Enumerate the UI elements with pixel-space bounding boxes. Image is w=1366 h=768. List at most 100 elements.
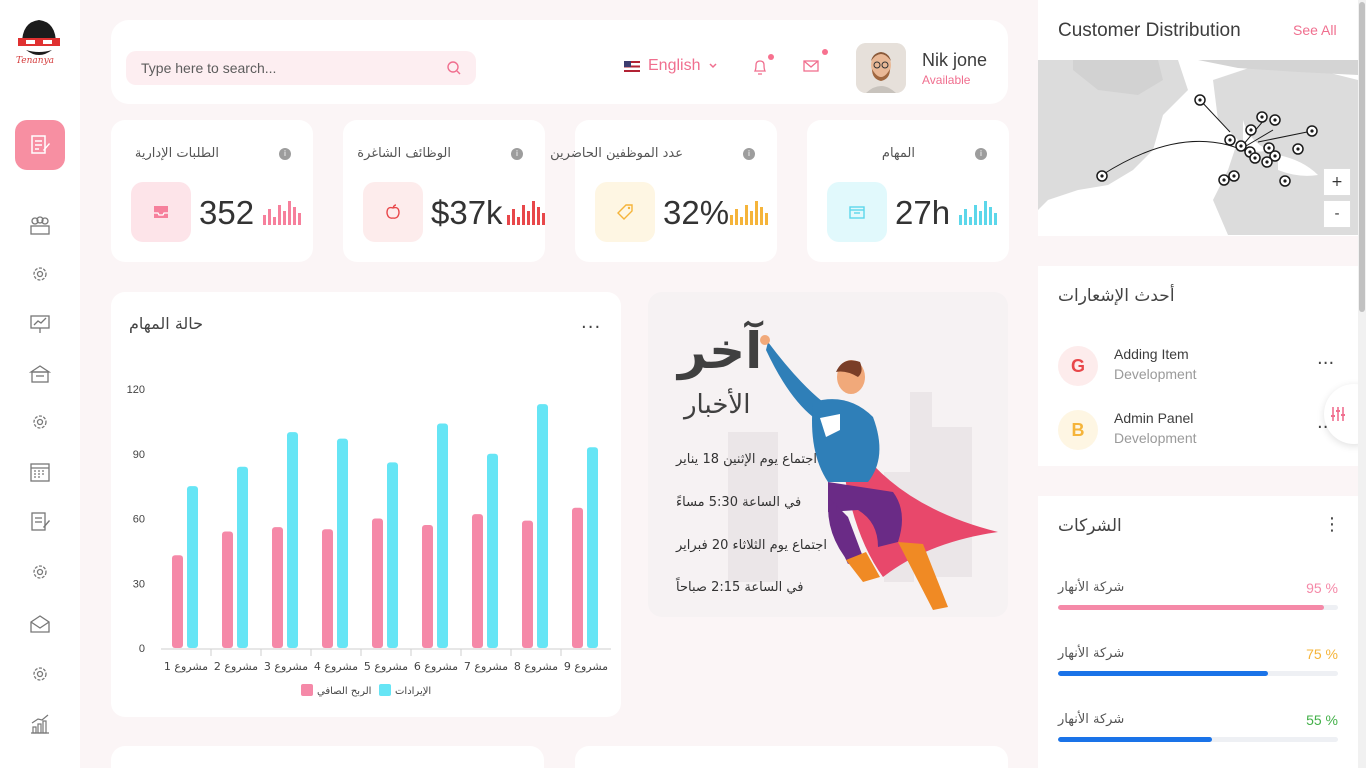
- search-icon[interactable]: [446, 60, 462, 76]
- stat-card-vacancies: الوظائف الشاغرة i $37k: [343, 120, 545, 262]
- mini-bar: [532, 201, 535, 225]
- stat-value: 352: [199, 194, 255, 231]
- user-avatar-image: [856, 43, 906, 93]
- info-icon[interactable]: i: [743, 148, 755, 160]
- stat-card-attending-employees: عدد الموظفين الحاضرين i 32%: [550, 120, 777, 262]
- mini-bar-chart: [507, 200, 545, 225]
- scrollbar-thumb[interactable]: [1359, 2, 1365, 312]
- x-tick-label: مشروع 4: [314, 660, 358, 673]
- settings-gear-icon: [33, 667, 47, 681]
- sidebar: Tenanya: [0, 0, 80, 768]
- apple-icon: [386, 204, 400, 219]
- avatar[interactable]: [856, 43, 906, 93]
- search-input[interactable]: [126, 51, 426, 85]
- news-line: اجتماع يوم الإثنين 18 يناير: [676, 452, 817, 467]
- chart-bar: [587, 447, 598, 648]
- notification-item[interactable]: B Admin Panel Development ...: [1058, 410, 1358, 454]
- info-icon[interactable]: i: [975, 148, 987, 160]
- chart-bar: [222, 531, 233, 648]
- stat-icon-box: [595, 182, 655, 242]
- mini-bar: [979, 211, 982, 225]
- y-tick-label: 60: [133, 514, 145, 526]
- progress-track: [1058, 737, 1338, 742]
- sidebar-item-team[interactable]: [28, 213, 52, 237]
- section-divider: [1038, 236, 1358, 266]
- mini-bar: [745, 205, 748, 225]
- legend-label: الإيرادات: [395, 686, 431, 697]
- chart-bar: [572, 507, 583, 648]
- kebab-menu-icon[interactable]: ⋮: [1323, 514, 1341, 535]
- mini-bar: [765, 213, 768, 225]
- sidebar-item-documents[interactable]: [28, 510, 52, 534]
- us-flag-icon: [624, 60, 640, 72]
- store-icon: [29, 365, 51, 383]
- news-line: في الساعة 2:15 صباحاً: [676, 580, 804, 595]
- sidebar-item-settings-2[interactable]: [28, 410, 52, 434]
- team-icon: [30, 216, 50, 235]
- sidebar-item-settings-4[interactable]: [28, 662, 52, 686]
- mini-bar: [517, 217, 520, 225]
- chart-bar: [337, 438, 348, 648]
- task-status-chart: 0 30 60 90 120 مشروع 1 مشروع 2 مشروع 3 مشروع 4 مش…: [127, 384, 611, 697]
- message-dot: [822, 49, 828, 55]
- x-tick-label: مشروع 7: [464, 660, 508, 673]
- x-tick-label: مشروع 1: [164, 660, 208, 673]
- sidebar-item-active[interactable]: [15, 120, 65, 170]
- language-selector[interactable]: English: [624, 57, 718, 75]
- sidebar-item-presentation[interactable]: [28, 312, 52, 336]
- chart-bar: [472, 514, 483, 648]
- stat-title: الوظائف الشاغرة: [357, 146, 451, 161]
- chart-bar: [387, 462, 398, 648]
- growth-chart-icon: [31, 714, 49, 734]
- stat-icon-box: [363, 182, 423, 242]
- x-tick-label: مشروع 5: [364, 660, 408, 673]
- chevron-down-icon: [709, 63, 718, 69]
- notifications-button[interactable]: [752, 54, 774, 80]
- notification-category: Development: [1114, 366, 1197, 382]
- world-map-graphic: [1038, 60, 1358, 235]
- news-line: اجتماع يوم الثلاثاء 20 فبراير: [676, 538, 827, 553]
- notification-category: Development: [1114, 430, 1197, 446]
- notification-more-button[interactable]: ...: [1317, 348, 1334, 369]
- company-percent: 55 %: [1306, 712, 1338, 728]
- language-label: English: [648, 57, 701, 74]
- world-map[interactable]: + -: [1038, 60, 1358, 235]
- mini-bar: [760, 207, 763, 225]
- stat-title: المهام: [881, 146, 915, 161]
- document-edit-icon: [31, 512, 50, 531]
- sidebar-item-calendar[interactable]: [28, 460, 52, 484]
- presentation-chart-icon: [30, 315, 50, 333]
- info-icon[interactable]: i: [511, 148, 523, 160]
- messages-button[interactable]: [802, 49, 828, 78]
- zoom-in-button[interactable]: +: [1323, 168, 1351, 196]
- bell-icon: [753, 60, 767, 75]
- mini-bar: [537, 207, 540, 225]
- mini-bar: [964, 209, 967, 225]
- sidebar-item-mail[interactable]: [28, 612, 52, 636]
- sidebar-item-growth[interactable]: [28, 712, 52, 736]
- progress-track: [1058, 671, 1338, 676]
- companies-title: الشركات: [1058, 516, 1122, 536]
- company-name: شركة الأنهار: [1058, 580, 1125, 595]
- see-all-link[interactable]: See All: [1293, 22, 1337, 38]
- document-edit-icon: [31, 135, 50, 154]
- stat-value: 27h: [895, 194, 951, 231]
- sidebar-item-settings-3[interactable]: [28, 560, 52, 584]
- latest-news-card: آخر الأخبار اجتماع يوم الإثنين 18 يناير …: [648, 292, 1008, 617]
- x-tick-label: مشروع 8: [514, 660, 558, 673]
- x-tick-label: مشروع 9: [564, 660, 608, 673]
- chart-bar: [372, 518, 383, 648]
- sidebar-item-store[interactable]: [28, 362, 52, 386]
- notification-dot: [768, 54, 774, 60]
- mini-bar: [542, 213, 545, 225]
- notification-item[interactable]: G Adding Item Development ...: [1058, 346, 1358, 390]
- news-heading: آخر: [678, 322, 763, 380]
- notification-badge: B: [1058, 410, 1098, 450]
- notification-name: Adding Item: [1114, 346, 1189, 362]
- zoom-out-button[interactable]: -: [1323, 200, 1351, 228]
- y-tick-label: 30: [133, 578, 145, 590]
- mini-bar: [527, 211, 530, 225]
- info-icon[interactable]: i: [279, 148, 291, 160]
- sidebar-item-settings[interactable]: [28, 262, 52, 286]
- settings-gear-icon: [33, 267, 47, 281]
